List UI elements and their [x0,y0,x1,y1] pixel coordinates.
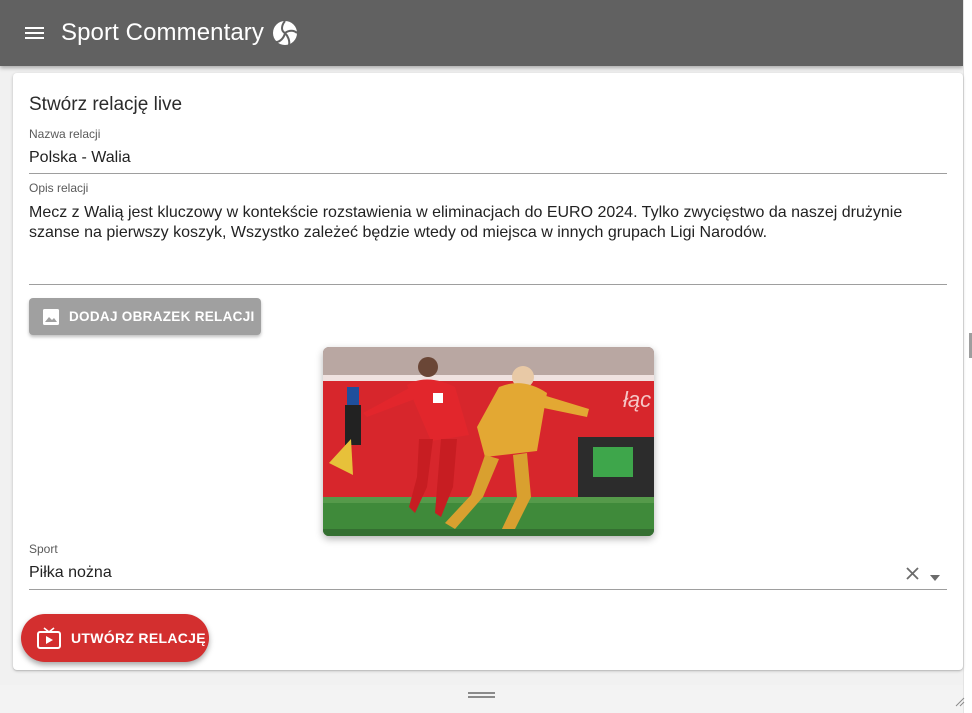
name-field[interactable]: Polska - Walia [29,149,131,167]
menu-icon[interactable] [25,21,49,45]
name-field-underline [29,173,947,174]
sport-select[interactable]: Piłka nożna [29,564,112,582]
live-tv-icon [37,627,61,649]
create-live-form-card: Stwórz relację live Nazwa relacji Polska… [13,73,963,670]
create-relation-button-label: UTWÓRZ RELACJĘ [71,630,206,646]
add-image-button[interactable]: DODAJ OBRAZEK RELACJI [29,298,261,335]
create-relation-button[interactable]: UTWÓRZ RELACJĘ [21,614,209,662]
description-field[interactable]: Mecz z Walią jest kluczowy w kontekście … [29,203,939,243]
app-title: Sport Commentary [61,19,264,46]
svg-text:łąc: łąc [623,387,651,412]
image-icon [43,308,59,325]
app-bar: Sport Commentary [0,0,963,66]
name-field-label: Nazwa relacji [29,127,101,141]
resize-corner-icon[interactable] [955,694,965,707]
arrow-drop-down-icon[interactable] [929,569,941,581]
resize-handle[interactable] [468,692,495,700]
description-field-label: Opis relacji [29,181,89,195]
description-field-underline [29,284,947,285]
sport-select-underline [29,589,947,590]
volleyball-icon [272,20,298,46]
relation-image: łąc [323,347,654,536]
sport-field-label: Sport [29,542,58,556]
close-icon[interactable] [906,567,919,580]
add-image-button-label: DODAJ OBRAZEK RELACJI [69,309,255,324]
form-heading: Stwórz relację live [29,94,183,115]
